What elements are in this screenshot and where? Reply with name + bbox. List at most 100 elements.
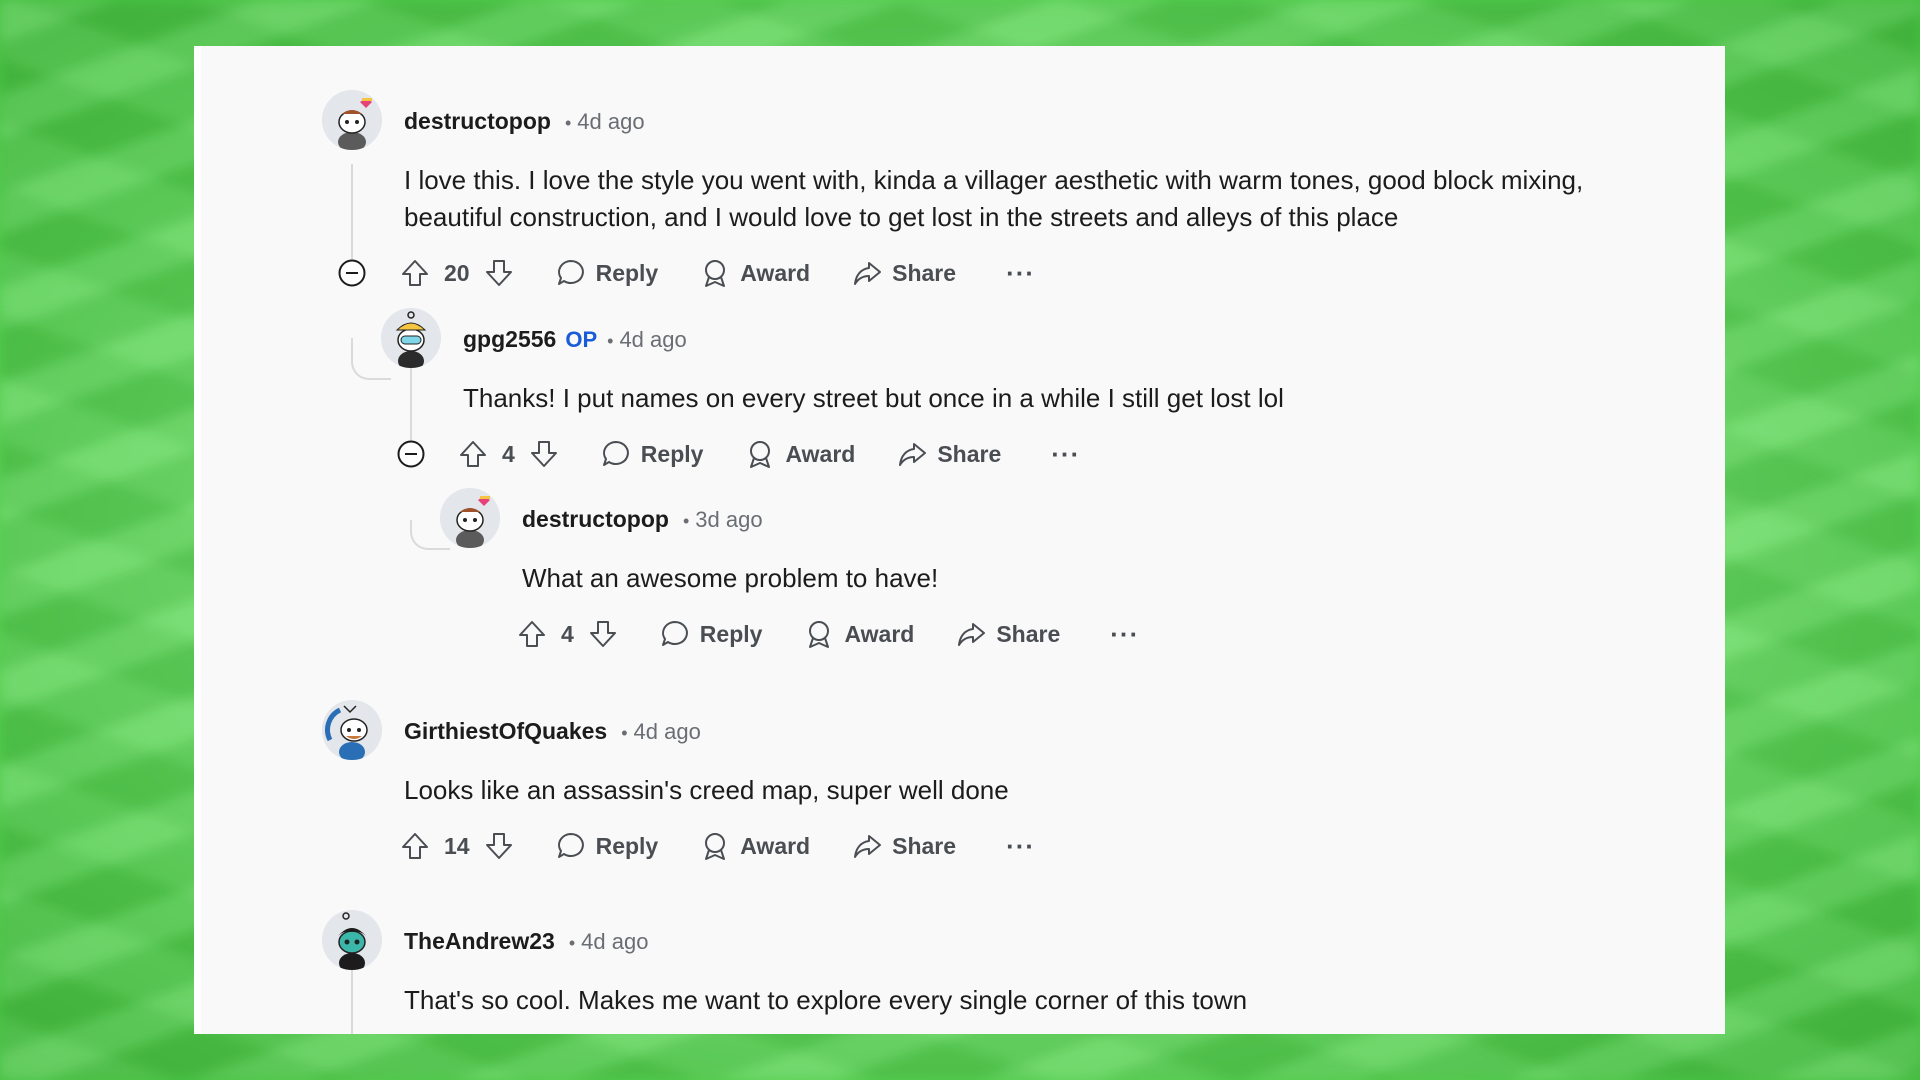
snoo-avatar-icon [440, 488, 500, 548]
avatar[interactable] [322, 700, 382, 760]
award-button[interactable]: Award [804, 619, 914, 649]
more-options-button[interactable]: ··· [1006, 258, 1035, 289]
speech-bubble-icon [557, 260, 584, 285]
username[interactable]: gpg2556 [463, 326, 556, 353]
separator: • [564, 113, 572, 133]
snoo-avatar-icon [322, 90, 382, 150]
username[interactable]: destructopop [522, 506, 669, 533]
minus-circle-icon [397, 440, 425, 468]
more-options-button[interactable]: ··· [1110, 619, 1139, 650]
thread-line [351, 970, 353, 1034]
reply-button[interactable]: Reply [601, 439, 704, 469]
reply-label: Reply [640, 440, 704, 467]
comment-meta: gpg2556 OP • 4d ago [463, 326, 687, 353]
award-label: Award [785, 440, 856, 467]
share-button[interactable]: Share [956, 619, 1060, 649]
snoo-avatar-icon [381, 308, 441, 368]
comment-body: I love this. I love the style you went w… [404, 162, 1583, 236]
comment-line: beautiful construction, and I would love… [404, 202, 1399, 232]
share-icon [958, 623, 986, 646]
share-button[interactable]: Share [897, 439, 1001, 469]
downvote-button[interactable] [484, 831, 514, 861]
award-button[interactable]: Award [700, 831, 810, 861]
comment-body: Looks like an assassin's creed map, supe… [404, 772, 1009, 809]
username[interactable]: destructopop [404, 108, 551, 135]
comment-actions: 4 Reply Award Share ··· [458, 434, 1080, 474]
username[interactable]: TheAndrew23 [404, 928, 555, 955]
share-label: Share [892, 259, 957, 286]
award-icon [705, 833, 726, 860]
timestamp[interactable]: 4d ago [634, 719, 701, 745]
minus-circle-icon [338, 259, 366, 287]
award-button[interactable]: Award [745, 439, 855, 469]
reply-label: Reply [595, 259, 659, 286]
op-badge: OP [565, 327, 598, 352]
comment-body: That's so cool. Makes me want to explore… [404, 982, 1247, 1019]
upvote-button[interactable] [400, 831, 430, 861]
share-button[interactable]: Share [852, 258, 956, 288]
award-button[interactable]: Award [700, 258, 810, 288]
timestamp[interactable]: 3d ago [695, 507, 762, 533]
comment-meta: destructopop • 4d ago [404, 108, 645, 135]
downvote-icon [530, 441, 557, 467]
comment-meta: destructopop • 3d ago [522, 506, 763, 533]
comment-actions: 20 Reply Award Share ··· [400, 253, 1035, 293]
comment-line: That's so cool. Makes me want to explore… [404, 985, 1248, 1015]
comment-meta: TheAndrew23 • 4d ago [404, 928, 648, 955]
speech-bubble-icon [557, 833, 584, 858]
comment-body: Thanks! I put names on every street but … [463, 380, 1284, 417]
username[interactable]: GirthiestOfQuakes [404, 718, 607, 745]
avatar[interactable] [381, 308, 441, 368]
snoo-avatar-icon [322, 910, 382, 970]
upvote-button[interactable] [458, 439, 488, 469]
share-label: Share [937, 440, 1002, 467]
comment-meta: GirthiestOfQuakes • 4d ago [404, 718, 701, 745]
reply-button[interactable]: Reply [556, 831, 659, 861]
comment-line: Looks like an assassin's creed map, supe… [404, 775, 1009, 805]
upvote-icon [402, 260, 428, 286]
reply-button[interactable]: Reply [556, 258, 659, 288]
more-options-button[interactable]: ··· [1051, 439, 1080, 470]
snoo-avatar-icon [322, 700, 382, 760]
reply-button[interactable]: Reply [660, 619, 763, 649]
separator: • [568, 933, 576, 953]
separator: • [621, 723, 628, 743]
speech-bubble-icon [602, 441, 629, 466]
downvote-button[interactable] [529, 439, 559, 469]
award-icon [705, 260, 726, 287]
upvote-button[interactable] [517, 619, 547, 649]
comments-panel: destructopop • 4d ago I love this. I lov… [194, 46, 1725, 1034]
avatar[interactable] [322, 910, 382, 970]
share-button[interactable]: Share [852, 831, 956, 861]
vote-count: 20 [444, 259, 470, 286]
downvote-icon [485, 833, 512, 859]
vote-count: 4 [502, 440, 515, 467]
comment-actions: 14 Reply Award Share ··· [400, 826, 1035, 866]
upvote-button[interactable] [400, 258, 430, 288]
collapse-thread-button[interactable] [397, 440, 425, 468]
share-icon [854, 835, 882, 858]
more-options-button[interactable]: ··· [1006, 831, 1035, 862]
vote-count: 14 [444, 832, 470, 859]
downvote-button[interactable] [588, 619, 618, 649]
avatar[interactable] [322, 90, 382, 150]
timestamp[interactable]: 4d ago [619, 327, 686, 353]
award-icon [750, 441, 771, 468]
share-icon [899, 443, 927, 466]
share-icon [854, 262, 882, 285]
share-label: Share [892, 832, 957, 859]
reply-label: Reply [699, 620, 763, 647]
avatar[interactable] [440, 488, 500, 548]
timestamp[interactable]: 4d ago [581, 929, 648, 955]
award-icon [809, 621, 830, 648]
downvote-button[interactable] [484, 258, 514, 288]
upvote-icon [460, 441, 486, 467]
downvote-icon [485, 260, 512, 286]
collapse-thread-button[interactable] [338, 259, 366, 287]
comment-body: What an awesome problem to have! [522, 560, 938, 597]
comment-actions: 4 Reply Award Share ··· [517, 614, 1139, 654]
timestamp[interactable]: 4d ago [577, 109, 644, 135]
reply-label: Reply [595, 832, 659, 859]
comment-line: What an awesome problem to have! [522, 563, 939, 593]
comment-line: Thanks! I put names on every street but … [463, 383, 1284, 413]
